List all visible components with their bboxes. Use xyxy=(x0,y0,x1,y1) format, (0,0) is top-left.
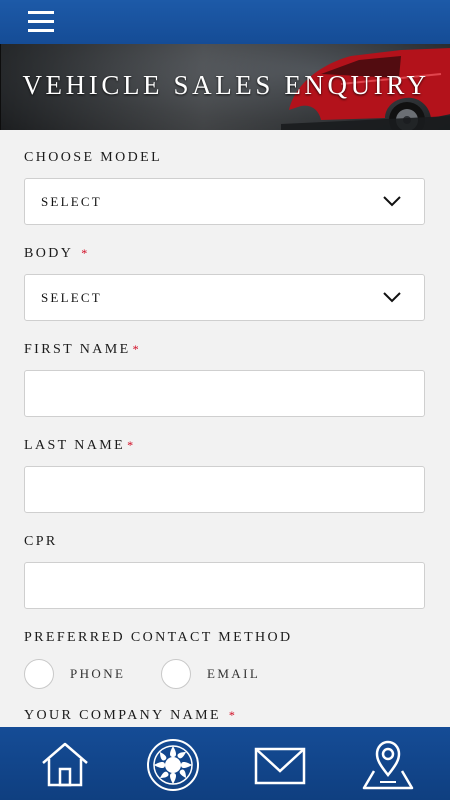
last-name-label: LAST NAME * xyxy=(24,438,135,454)
body-label: BODY * xyxy=(24,246,90,262)
company-name-label-text: YOUR COMPANY NAME xyxy=(24,708,221,723)
chevron-down-icon xyxy=(383,196,401,207)
mail-icon[interactable] xyxy=(252,737,308,793)
first-name-label-text: FIRST NAME xyxy=(24,342,131,357)
map-location-icon[interactable] xyxy=(360,737,416,793)
body-select[interactable]: SELECT xyxy=(24,274,425,321)
choose-model-label: CHOOSE MODEL xyxy=(24,150,162,166)
cpr-label-text: CPR xyxy=(24,534,58,549)
email-radio[interactable] xyxy=(161,659,191,689)
body-label-text: BODY xyxy=(24,246,74,261)
required-asterisk: * xyxy=(228,708,238,722)
menu-line xyxy=(28,20,54,23)
required-asterisk: * xyxy=(132,342,141,356)
contact-method-label-text: PREFERRED CONTACT METHOD xyxy=(24,630,293,645)
required-asterisk: * xyxy=(81,246,90,260)
enquiry-form: CHOOSE MODEL SELECT BODY * SELECT FIRST N… xyxy=(0,130,450,727)
phone-radio[interactable] xyxy=(24,659,54,689)
top-app-bar xyxy=(0,0,450,44)
chevron-down-icon xyxy=(383,292,401,303)
choose-model-label-text: CHOOSE MODEL xyxy=(24,150,163,165)
body-value: SELECT xyxy=(41,290,102,305)
company-name-label: YOUR COMPANY NAME * xyxy=(24,708,237,724)
contact-method-label: PREFERRED CONTACT METHOD xyxy=(24,630,293,646)
choose-model-select[interactable]: SELECT xyxy=(24,178,425,225)
menu-line xyxy=(28,11,54,14)
page-title: VEHICLE SALES ENQUIRY xyxy=(22,70,430,100)
required-asterisk: * xyxy=(127,438,136,452)
hamburger-menu-icon[interactable] xyxy=(28,10,54,34)
home-icon[interactable] xyxy=(37,737,93,793)
brand-emblem-icon[interactable] xyxy=(145,737,201,793)
last-name-field[interactable] xyxy=(24,466,425,513)
first-name-label: FIRST NAME * xyxy=(24,342,141,358)
cpr-label: CPR xyxy=(24,534,58,550)
choose-model-value: SELECT xyxy=(41,194,102,209)
bottom-nav-bar xyxy=(0,727,450,800)
first-name-field[interactable] xyxy=(24,370,425,417)
email-radio-label[interactable]: EMAIL xyxy=(207,666,260,682)
last-name-label-text: LAST NAME xyxy=(24,438,126,453)
page-banner: VEHICLE SALES ENQUIRY xyxy=(0,44,450,130)
phone-radio-label[interactable]: PHONE xyxy=(70,666,125,682)
cpr-field[interactable] xyxy=(24,562,425,609)
menu-line xyxy=(28,29,54,32)
